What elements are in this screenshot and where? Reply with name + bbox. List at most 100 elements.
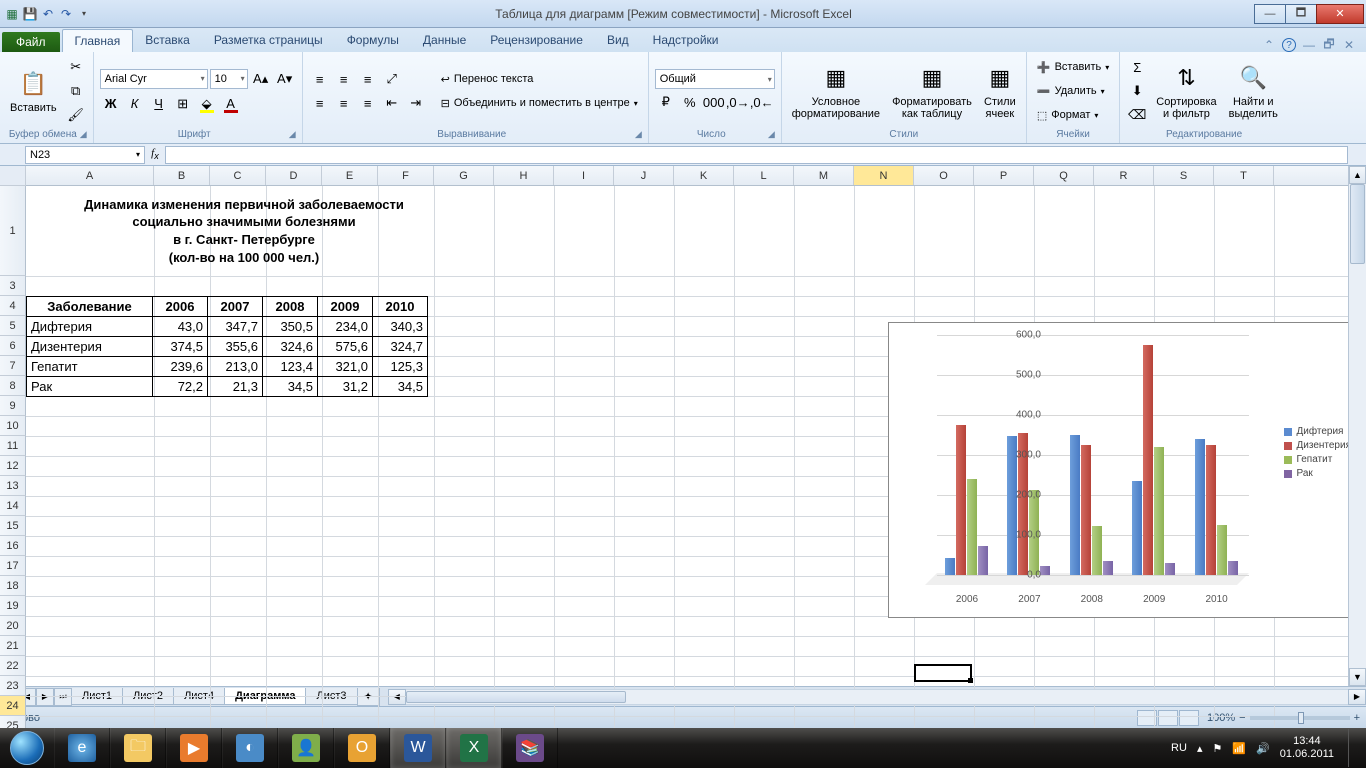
merge-center-button[interactable]: ⊟Объединить и поместить в центре▾	[437, 92, 642, 114]
paste-button[interactable]: 📋 Вставить	[6, 66, 61, 116]
dialog-launcher-icon[interactable]: ◢	[768, 129, 775, 140]
col-header[interactable]: P	[974, 166, 1034, 185]
task-outlook[interactable]: O	[334, 728, 390, 768]
row-header[interactable]: 12	[0, 456, 26, 476]
col-header[interactable]: O	[914, 166, 974, 185]
help-icon[interactable]: ?	[1282, 38, 1296, 52]
conditional-formatting-button[interactable]: ▦Условное форматирование	[788, 60, 884, 122]
task-media[interactable]: ▶	[166, 728, 222, 768]
row-header[interactable]: 1	[0, 186, 26, 276]
col-header[interactable]: G	[434, 166, 494, 185]
embedded-chart[interactable]: 0,0100,0200,0300,0400,0500,0600,0 200620…	[888, 322, 1348, 618]
ribbon-tab-2[interactable]: Разметка страницы	[202, 29, 335, 52]
format-painter-button[interactable]: 🖌	[65, 104, 87, 126]
ribbon-tab-0[interactable]: Главная	[62, 29, 134, 52]
close-button[interactable]: ✕	[1316, 4, 1364, 24]
tray-lang[interactable]: RU	[1171, 742, 1187, 754]
hscroll-thumb[interactable]	[406, 691, 626, 703]
ribbon-tab-3[interactable]: Формулы	[335, 29, 411, 52]
show-desktop-button[interactable]	[1348, 729, 1358, 767]
row-header[interactable]: 21	[0, 636, 26, 656]
row-header[interactable]: 3	[0, 276, 26, 296]
task-app2[interactable]: 👤	[278, 728, 334, 768]
scroll-down-button[interactable]: ▼	[1349, 668, 1366, 686]
minimize-button[interactable]: —	[1254, 4, 1286, 24]
percent-format-button[interactable]: %	[679, 91, 701, 113]
fill-button[interactable]: ⬇	[1126, 80, 1148, 102]
align-top-button[interactable]: ≡	[309, 68, 331, 90]
row-header[interactable]: 15	[0, 516, 26, 536]
wrap-text-button[interactable]: ↩Перенос текста	[437, 68, 642, 90]
row-headers[interactable]: 1345678910111213141516171819202122232425	[0, 186, 26, 736]
row-header[interactable]: 7	[0, 356, 26, 376]
col-header[interactable]: B	[154, 166, 210, 185]
col-header[interactable]: N	[854, 166, 914, 185]
col-header[interactable]: J	[614, 166, 674, 185]
task-winrar[interactable]: 📚	[502, 728, 558, 768]
task-excel[interactable]: X	[446, 728, 502, 768]
ribbon-tab-5[interactable]: Рецензирование	[478, 29, 595, 52]
delete-cells-button[interactable]: ➖Удалить▾	[1033, 80, 1113, 102]
insert-cells-button[interactable]: ➕Вставить▾	[1033, 56, 1113, 78]
row-header[interactable]: 9	[0, 396, 26, 416]
cell-styles-button[interactable]: ▦Стили ячеек	[980, 60, 1020, 122]
redo-icon[interactable]: ↷	[58, 6, 74, 22]
row-header[interactable]: 16	[0, 536, 26, 556]
scroll-thumb[interactable]	[1350, 184, 1365, 264]
vertical-scrollbar[interactable]: ▲ ▼	[1348, 166, 1366, 686]
tray-flag-icon[interactable]: ⚑	[1212, 742, 1222, 755]
find-select-button[interactable]: 🔍Найти и выделить	[1225, 60, 1282, 122]
orientation-button[interactable]: ⤢	[381, 68, 403, 90]
align-right-button[interactable]: ≡	[357, 92, 379, 114]
workbook-close-icon[interactable]: ✕	[1342, 38, 1356, 52]
autosum-button[interactable]: Σ	[1126, 56, 1148, 78]
sort-filter-button[interactable]: ⇅Сортировка и фильтр	[1152, 60, 1220, 122]
row-header[interactable]: 24	[0, 696, 26, 716]
row-header[interactable]: 4	[0, 296, 26, 316]
qat-customize-icon[interactable]: ▾	[76, 6, 92, 22]
maximize-button[interactable]: 🗖	[1285, 4, 1317, 24]
row-header[interactable]: 13	[0, 476, 26, 496]
row-header[interactable]: 23	[0, 676, 26, 696]
number-format-combo[interactable]: Общий▾	[655, 69, 775, 89]
task-explorer[interactable]: 🗀	[110, 728, 166, 768]
increase-indent-button[interactable]: ⇥	[405, 92, 427, 114]
row-header[interactable]: 19	[0, 596, 26, 616]
row-header[interactable]: 14	[0, 496, 26, 516]
col-header[interactable]: I	[554, 166, 614, 185]
task-ie[interactable]: e	[54, 728, 110, 768]
border-button[interactable]: ⊞	[172, 93, 194, 115]
clear-button[interactable]: ⌫	[1126, 104, 1148, 126]
format-as-table-button[interactable]: ▦Форматировать как таблицу	[888, 60, 976, 122]
italic-button[interactable]: К	[124, 93, 146, 115]
dialog-launcher-icon[interactable]: ◢	[289, 129, 296, 140]
col-header[interactable]: D	[266, 166, 322, 185]
bold-button[interactable]: Ж	[100, 93, 122, 115]
row-header[interactable]: 10	[0, 416, 26, 436]
col-header[interactable]: E	[322, 166, 378, 185]
col-header[interactable]: C	[210, 166, 266, 185]
row-header[interactable]: 18	[0, 576, 26, 596]
font-size-combo[interactable]: 10▾	[210, 69, 248, 89]
dialog-launcher-icon[interactable]: ◢	[635, 129, 642, 140]
col-header[interactable]: K	[674, 166, 734, 185]
row-header[interactable]: 11	[0, 436, 26, 456]
zoom-slider[interactable]	[1250, 716, 1350, 720]
col-header[interactable]: R	[1094, 166, 1154, 185]
save-icon[interactable]: 💾	[22, 6, 38, 22]
workbook-restore-icon[interactable]: 🗗	[1322, 38, 1336, 52]
file-tab[interactable]: Файл	[2, 32, 60, 52]
row-header[interactable]: 22	[0, 656, 26, 676]
undo-icon[interactable]: ↶	[40, 6, 56, 22]
copy-button[interactable]: ⧉	[65, 80, 87, 102]
zoom-in-button[interactable]: +	[1354, 712, 1360, 724]
ribbon-tab-1[interactable]: Вставка	[133, 29, 202, 52]
fx-button[interactable]: fx	[145, 147, 165, 161]
align-bottom-button[interactable]: ≡	[357, 68, 379, 90]
ribbon-tab-7[interactable]: Надстройки	[641, 29, 731, 52]
grid[interactable]: Динамика изменения первичной заболеваемо…	[26, 186, 1348, 736]
minimize-ribbon-icon[interactable]: ⌃	[1262, 38, 1276, 52]
ribbon-tab-6[interactable]: Вид	[595, 29, 641, 52]
decrease-indent-button[interactable]: ⇤	[381, 92, 403, 114]
col-header[interactable]: T	[1214, 166, 1274, 185]
